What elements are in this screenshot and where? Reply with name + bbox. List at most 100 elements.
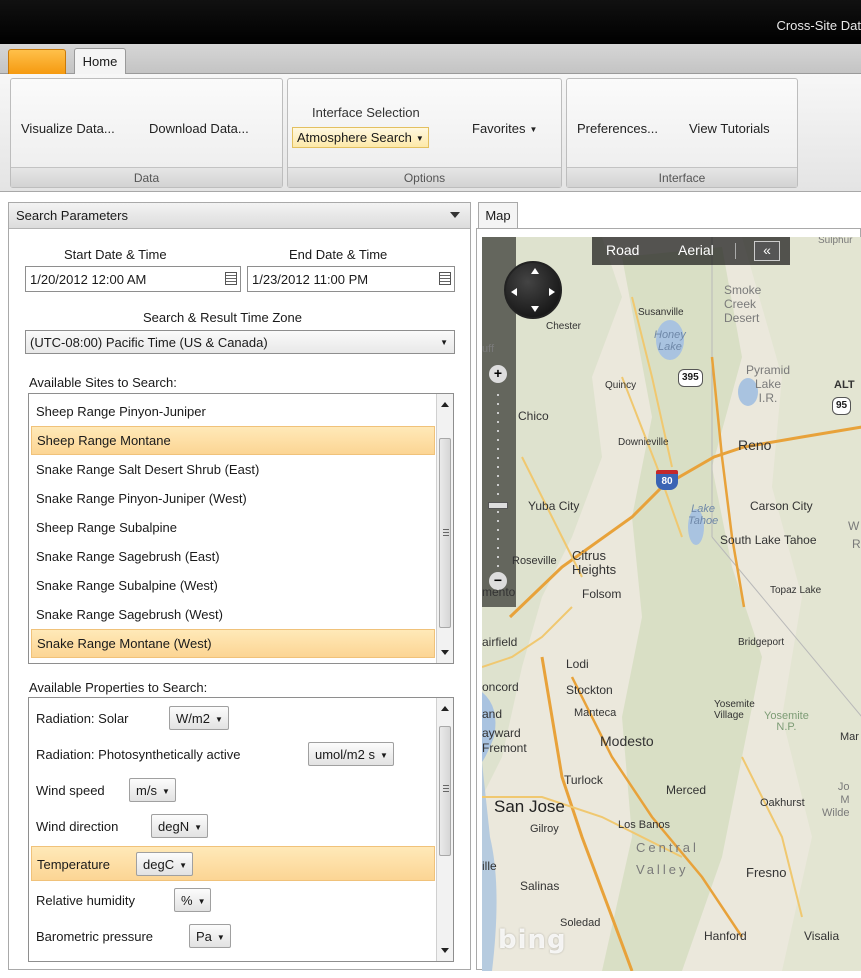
pan-compass[interactable]	[504, 261, 562, 319]
property-label: Radiation: Solar	[36, 711, 129, 726]
sites-scrollbar[interactable]	[436, 394, 453, 663]
map-label: Mar	[840, 731, 859, 743]
map-label: Manteca	[574, 707, 617, 719]
properties-list[interactable]: Radiation: Solar W/m2 ▼ Radiation: Photos…	[28, 697, 454, 962]
property-row[interactable]: Barometric pressure Pa ▼	[31, 919, 435, 954]
scroll-thumb[interactable]	[439, 438, 451, 628]
pan-up-icon[interactable]	[531, 268, 539, 274]
map-canvas[interactable]: + − Road Aerial « Sulphur Smoke Creek De…	[482, 237, 861, 971]
calendar-icon[interactable]	[439, 272, 451, 285]
ribbon-group-data: Visualize Data... Download Data... Data	[10, 78, 283, 188]
ribbon: Visualize Data... Download Data... Data …	[0, 74, 861, 192]
property-row[interactable]: Temperature degC ▼	[31, 846, 435, 881]
view-tutorials-button[interactable]: View Tutorials	[689, 121, 770, 136]
pan-left-icon[interactable]	[511, 288, 517, 296]
list-item[interactable]: Sheep Range Montane	[31, 426, 435, 455]
tab-map[interactable]: Map	[478, 202, 518, 229]
map-label: Citrus Heights	[572, 548, 617, 577]
property-row[interactable]: Wind direction degN ▼	[31, 809, 435, 844]
unit-select[interactable]: W/m2 ▼	[169, 706, 229, 730]
chevron-down-icon[interactable]	[450, 212, 460, 218]
calendar-icon[interactable]	[225, 272, 237, 285]
map-label: Reno	[738, 437, 772, 453]
preferences-button[interactable]: Preferences...	[577, 121, 658, 136]
list-item[interactable]: Sheep Range Pinyon-Juniper	[31, 397, 435, 426]
chevron-down-icon: ▼	[529, 125, 538, 134]
map-panel: Map + − Road Aerial « Sulphur Smoke Cree…	[476, 202, 861, 971]
chevron-down-icon: ▼	[214, 715, 223, 724]
favorites-button[interactable]: Favorites ▼	[472, 121, 537, 136]
map-label: Jo M Wilde	[822, 781, 850, 819]
pan-down-icon[interactable]	[531, 306, 539, 312]
bing-logo: bing	[498, 925, 567, 955]
sites-list[interactable]: Sheep Range Pinyon-Juniper Sheep Range M…	[28, 393, 454, 664]
chevron-down-icon: ▼	[379, 751, 388, 760]
road-button[interactable]: Road	[606, 242, 639, 258]
ribbon-group-options: Interface Selection Atmosphere Search ▼ F…	[287, 78, 562, 188]
list-item[interactable]: Snake Range Salt Desert Shrub (East)	[31, 455, 435, 484]
scroll-up-icon[interactable]	[441, 402, 449, 407]
unit-value: %	[181, 893, 193, 908]
zoom-in-button[interactable]: +	[489, 365, 507, 383]
scroll-thumb[interactable]	[439, 726, 451, 856]
panel-title: Search Parameters	[16, 208, 128, 223]
list-item[interactable]: Snake Range Sagebrush (East)	[31, 542, 435, 571]
map-label: Turlock	[564, 773, 603, 787]
property-row[interactable]: Wind speed m/s ▼	[31, 773, 435, 808]
properties-scrollbar[interactable]	[436, 698, 453, 961]
list-item[interactable]: Sheep Range Subalpine	[31, 513, 435, 542]
unit-select[interactable]: m/s ▼	[129, 778, 176, 802]
property-row[interactable]: Radiation: Solar W/m2 ▼	[31, 701, 435, 736]
map-label: Topaz Lake	[770, 585, 822, 596]
map-label: mento	[482, 585, 516, 599]
zoom-slider-thumb[interactable]	[488, 502, 508, 509]
unit-select[interactable]: % ▼	[174, 888, 212, 912]
map-label: Stockton	[566, 683, 613, 697]
scroll-up-icon[interactable]	[441, 706, 449, 711]
end-date-value: 1/23/2012 11:00 PM	[252, 272, 369, 287]
property-row[interactable]: Relative humidity % ▼	[31, 883, 435, 918]
search-parameters-header[interactable]: Search Parameters	[9, 203, 470, 229]
pan-right-icon[interactable]	[549, 288, 555, 296]
zoom-slider-track[interactable]	[497, 387, 499, 567]
aerial-button[interactable]: Aerial	[678, 242, 714, 258]
list-item[interactable]: Snake Range Subalpine (West)	[31, 571, 435, 600]
map-label: Lodi	[566, 657, 589, 671]
map-label: San Jose	[494, 797, 565, 816]
unit-select[interactable]: degN ▼	[151, 814, 208, 838]
map-label: Chico	[518, 409, 549, 423]
map-label: Central Valley	[636, 840, 699, 877]
collapse-icon[interactable]: «	[754, 241, 780, 261]
visualize-data-button[interactable]: Visualize Data...	[21, 121, 115, 136]
chevron-down-icon: ▼	[197, 897, 206, 906]
list-item[interactable]: Snake Range Pinyon-Juniper (West)	[31, 484, 435, 513]
map-label: and	[482, 707, 503, 721]
application-menu-button[interactable]	[8, 49, 66, 74]
property-row[interactable]: Radiation: Photosynthetically active umo…	[31, 737, 435, 772]
end-date-label: End Date & Time	[289, 247, 388, 262]
chevron-down-icon: ▼	[161, 787, 170, 796]
chevron-down-icon: ▼	[440, 338, 448, 347]
list-item[interactable]: Snake Range Sagebrush (West)	[31, 600, 435, 629]
map-label: W	[848, 519, 860, 533]
window-title: Cross-Site Dat	[776, 18, 861, 33]
scroll-down-icon[interactable]	[441, 650, 449, 655]
chevron-down-icon: ▼	[179, 861, 187, 870]
download-data-button[interactable]: Download Data...	[149, 121, 249, 136]
unit-select[interactable]: Pa ▼	[189, 924, 231, 948]
end-date-field[interactable]: 1/23/2012 11:00 PM	[247, 266, 455, 292]
map-label: R	[852, 537, 861, 551]
interface-selection-combo[interactable]: Atmosphere Search ▼	[292, 127, 429, 148]
unit-select[interactable]: degC ▼	[136, 852, 193, 876]
divider	[735, 243, 736, 259]
map-frame: + − Road Aerial « Sulphur Smoke Creek De…	[476, 228, 861, 971]
time-zone-select[interactable]: (UTC-08:00) Pacific Time (US & Canada) ▼	[25, 330, 455, 354]
map-label: Los Banos	[618, 819, 670, 831]
map-label: Fresno	[746, 865, 787, 880]
start-date-field[interactable]: 1/20/2012 12:00 AM	[25, 266, 241, 292]
list-item[interactable]: Snake Range Montane (West)	[31, 629, 435, 658]
scroll-down-icon[interactable]	[441, 948, 449, 953]
tab-home[interactable]: Home	[74, 48, 126, 75]
unit-select[interactable]: umol/m2 s ▼	[308, 742, 394, 766]
unit-value: degN	[158, 819, 190, 834]
